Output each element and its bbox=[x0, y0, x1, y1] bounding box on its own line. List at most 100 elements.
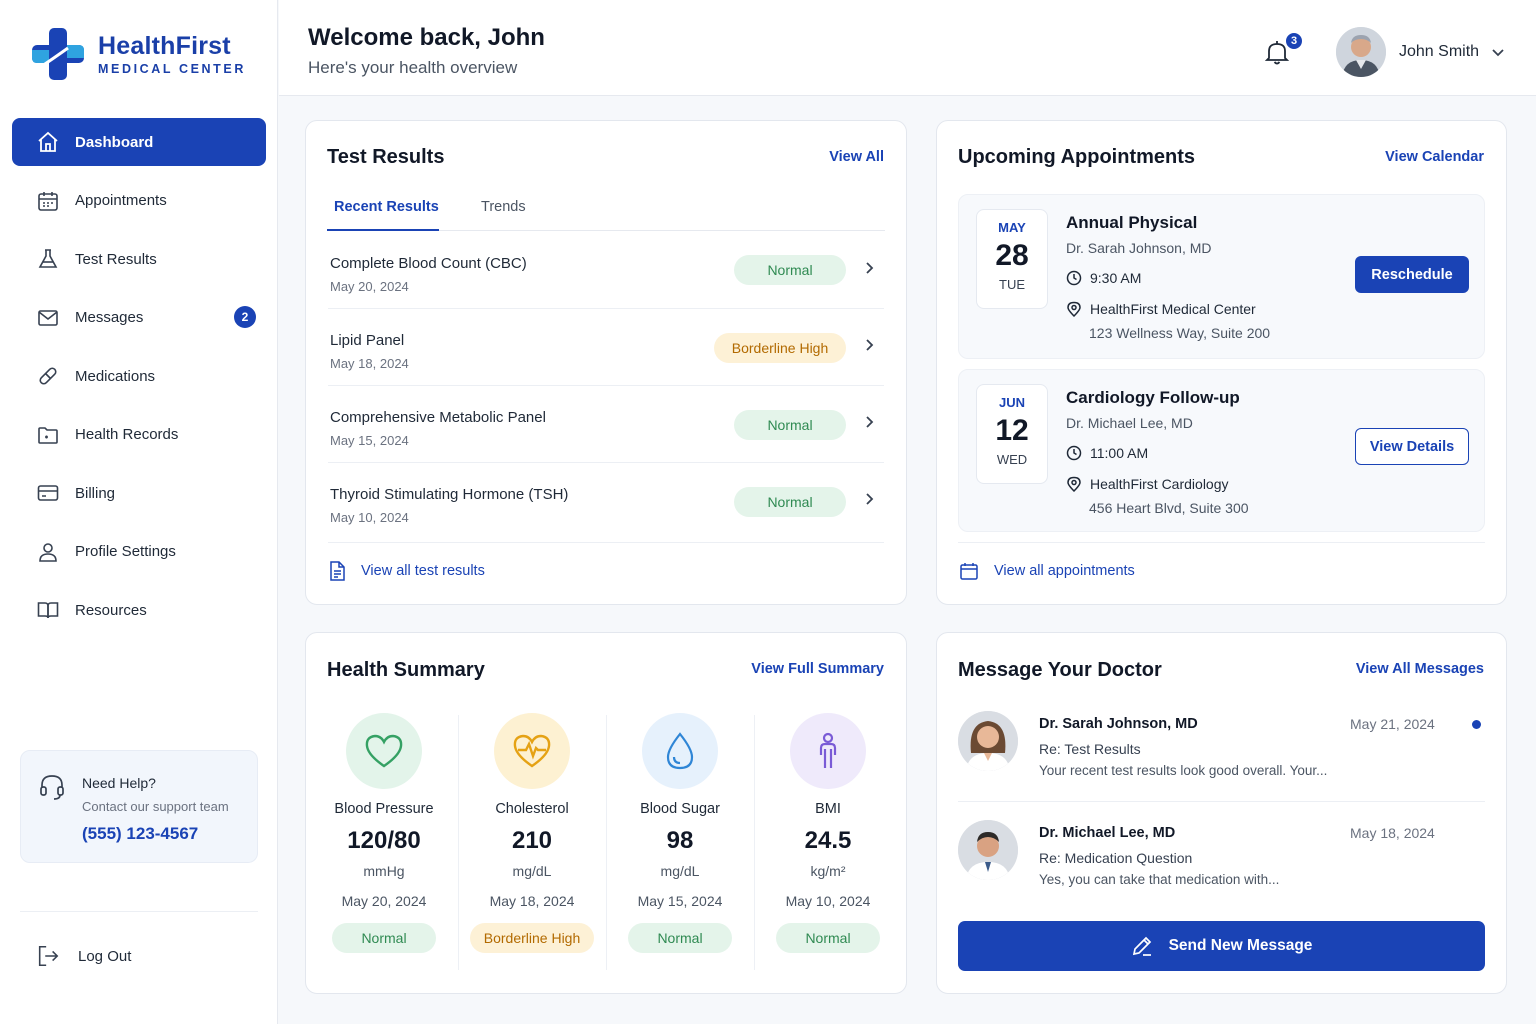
brand-logo[interactable]: HealthFirst MEDICAL CENTER bbox=[32, 28, 246, 80]
mail-icon bbox=[36, 306, 60, 330]
home-icon bbox=[36, 130, 60, 154]
sidebar-nav: Dashboard Appointments Test Results Mess… bbox=[12, 118, 266, 645]
sidebar-item-messages[interactable]: Messages 2 bbox=[12, 294, 266, 342]
date-weekday: WED bbox=[996, 452, 1028, 467]
health-summary-card: Health Summary View Full Summary Blood P… bbox=[305, 632, 907, 994]
logout-label: Log Out bbox=[78, 947, 132, 965]
droplet-icon bbox=[642, 713, 718, 789]
sidebar-item-label: Resources bbox=[75, 601, 147, 619]
message-item[interactable]: Dr. Michael Lee, MD May 18, 2024 Re: Med… bbox=[958, 820, 1485, 920]
metric-value: 24.5 bbox=[804, 827, 852, 854]
sidebar-item-label: Test Results bbox=[75, 250, 157, 268]
metric-blood-sugar[interactable]: Blood Sugar 98 mg/dL May 15, 2024 Normal bbox=[606, 713, 754, 973]
support-phone-link[interactable]: (555) 123-4567 bbox=[82, 824, 198, 844]
card-title: Test Results bbox=[327, 146, 445, 168]
map-pin-icon bbox=[1067, 476, 1081, 492]
user-avatar[interactable] bbox=[1336, 27, 1386, 77]
card-title: Message Your Doctor bbox=[958, 659, 1162, 681]
message-date: May 18, 2024 bbox=[1350, 825, 1435, 841]
appointment-address: 456 Heart Blvd, Suite 300 bbox=[1089, 500, 1249, 516]
tab-trends[interactable]: Trends bbox=[481, 199, 526, 215]
test-date: May 10, 2024 bbox=[330, 510, 409, 525]
metric-unit: kg/m² bbox=[810, 863, 846, 879]
sidebar-item-resources[interactable]: Resources bbox=[12, 586, 266, 634]
clock-icon bbox=[1066, 270, 1082, 286]
doctor-avatar bbox=[958, 820, 1018, 880]
location-text: HealthFirst Medical Center bbox=[1090, 301, 1256, 317]
metric-name: BMI bbox=[815, 801, 841, 817]
view-calendar-link[interactable]: View Calendar bbox=[1385, 149, 1484, 165]
sidebar-item-dashboard[interactable]: Dashboard bbox=[12, 118, 266, 166]
view-full-summary-link[interactable]: View Full Summary bbox=[751, 661, 884, 677]
appointment-location: HealthFirst Medical Center bbox=[1066, 301, 1256, 317]
message-subject: Re: Medication Question bbox=[1039, 850, 1193, 866]
sidebar-item-medications[interactable]: Medications bbox=[12, 352, 266, 400]
status-badge: Normal bbox=[776, 923, 880, 953]
footer-link-label: View all appointments bbox=[994, 563, 1135, 579]
test-name: Comprehensive Metabolic Panel bbox=[330, 409, 546, 426]
time-text: 11:00 AM bbox=[1090, 445, 1149, 461]
test-result-row[interactable]: Complete Blood Count (CBC) May 20, 2024 … bbox=[328, 232, 884, 309]
sidebar-item-appointments[interactable]: Appointments bbox=[12, 177, 266, 225]
test-results-card: Test Results View All Recent Results Tre… bbox=[305, 120, 907, 605]
user-icon bbox=[36, 540, 60, 564]
message-item[interactable]: Dr. Sarah Johnson, MD May 21, 2024 Re: T… bbox=[958, 711, 1485, 811]
reschedule-button[interactable]: Reschedule bbox=[1355, 256, 1469, 293]
metric-cholesterol[interactable]: Cholesterol 210 mg/dL May 18, 2024 Borde… bbox=[458, 713, 606, 973]
test-name: Complete Blood Count (CBC) bbox=[330, 255, 527, 272]
headset-icon bbox=[39, 773, 65, 806]
chevron-right-icon bbox=[862, 415, 876, 434]
sidebar-item-label: Medications bbox=[75, 367, 156, 385]
metric-blood-pressure[interactable]: Blood Pressure 120/80 mmHg May 20, 2024 … bbox=[310, 713, 458, 973]
view-all-test-results-link[interactable]: View all test results bbox=[328, 561, 485, 581]
view-details-button[interactable]: View Details bbox=[1355, 428, 1469, 465]
message-sender: Dr. Sarah Johnson, MD bbox=[1039, 716, 1198, 732]
appointment-doctor: Dr. Sarah Johnson, MD bbox=[1066, 240, 1212, 256]
send-new-message-button[interactable]: Send New Message bbox=[958, 921, 1485, 971]
pill-icon bbox=[36, 364, 60, 388]
metric-value: 210 bbox=[511, 827, 553, 854]
metric-value: 120/80 bbox=[347, 827, 421, 854]
heart-pulse-icon bbox=[494, 713, 570, 789]
tab-recent-results[interactable]: Recent Results bbox=[334, 199, 439, 215]
test-date: May 20, 2024 bbox=[330, 279, 409, 294]
metric-bmi[interactable]: BMI 24.5 kg/m² May 10, 2024 Normal bbox=[754, 713, 902, 973]
user-name[interactable]: John Smith bbox=[1399, 43, 1479, 61]
status-badge: Normal bbox=[734, 410, 846, 440]
pencil-icon bbox=[1132, 936, 1151, 956]
sidebar-item-billing[interactable]: Billing bbox=[12, 469, 266, 517]
message-preview: Your recent test results look good overa… bbox=[1039, 763, 1328, 778]
page-title: Welcome back, John bbox=[308, 24, 545, 51]
view-all-appointments-link[interactable]: View all appointments bbox=[959, 561, 1135, 581]
date-day: 12 bbox=[995, 414, 1029, 447]
chevron-down-icon[interactable] bbox=[1491, 45, 1505, 64]
date-weekday: TUE bbox=[999, 277, 1025, 292]
sidebar-item-profile-settings[interactable]: Profile Settings bbox=[12, 528, 266, 576]
test-name: Lipid Panel bbox=[330, 332, 405, 349]
view-all-messages-link[interactable]: View All Messages bbox=[1356, 661, 1484, 677]
date-month: MAY bbox=[998, 220, 1026, 235]
card-title: Upcoming Appointments bbox=[958, 146, 1196, 168]
time-text: 9:30 AM bbox=[1090, 270, 1142, 286]
test-result-row[interactable]: Thyroid Stimulating Hormone (TSH) May 10… bbox=[328, 463, 884, 543]
date-month: JUN bbox=[998, 395, 1025, 410]
sidebar-item-label: Billing bbox=[75, 484, 116, 502]
sidebar-item-test-results[interactable]: Test Results bbox=[12, 235, 266, 283]
sidebar-item-health-records[interactable]: Health Records bbox=[12, 411, 266, 459]
test-result-row[interactable]: Comprehensive Metabolic Panel May 15, 20… bbox=[328, 386, 884, 463]
page-subtitle: Here's your health overview bbox=[308, 58, 518, 77]
test-result-row[interactable]: Lipid Panel May 18, 2024 Borderline High bbox=[328, 309, 884, 386]
message-subject: Re: Test Results bbox=[1039, 741, 1141, 757]
view-all-link[interactable]: View All bbox=[829, 149, 884, 165]
status-badge: Normal bbox=[628, 923, 732, 953]
card-title: Health Summary bbox=[327, 659, 485, 681]
test-name: Thyroid Stimulating Hormone (TSH) bbox=[330, 486, 569, 503]
folder-icon bbox=[36, 423, 60, 447]
clock-icon bbox=[1066, 445, 1082, 461]
map-pin-icon bbox=[1067, 301, 1081, 317]
appointment-date: JUN 12 WED bbox=[976, 384, 1048, 484]
send-button-label: Send New Message bbox=[1168, 937, 1313, 954]
cross-logo-icon bbox=[32, 28, 84, 80]
brand-name: HealthFirst bbox=[98, 32, 231, 60]
logout-button[interactable]: Log Out bbox=[36, 944, 131, 968]
